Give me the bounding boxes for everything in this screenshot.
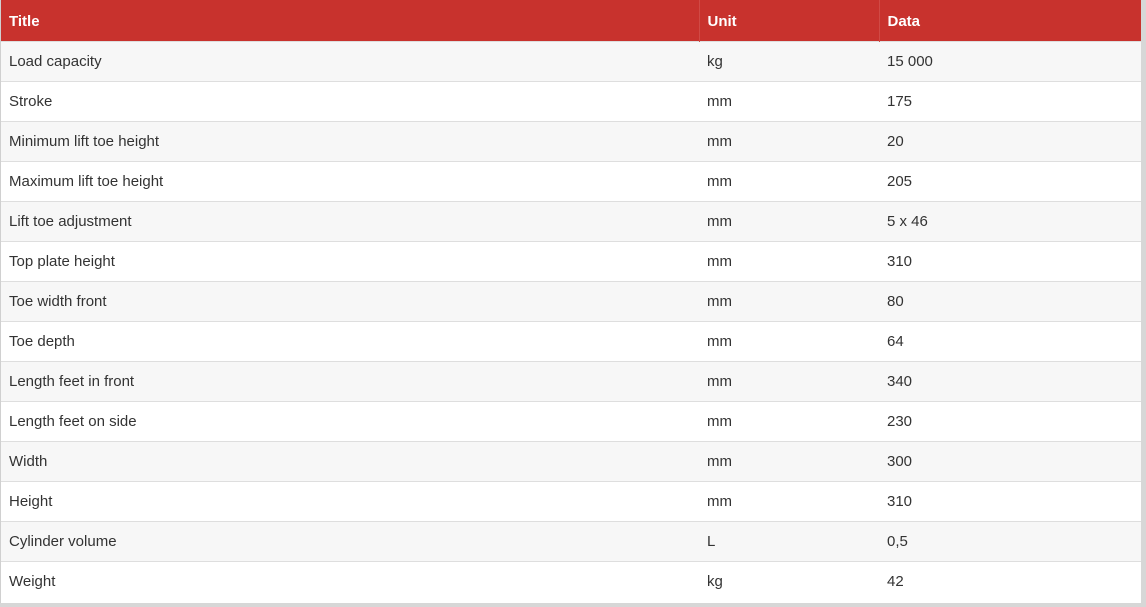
- table-row: Width mm 300: [1, 441, 1141, 482]
- cell-unit: mm: [707, 413, 732, 430]
- cell-data: 230: [887, 413, 913, 430]
- cell-unit: mm: [707, 293, 732, 310]
- cell-unit: mm: [707, 333, 732, 350]
- table-row: Cylinder volume L 0,5: [1, 521, 1141, 562]
- cell-data: 340: [887, 373, 913, 390]
- cell-data: 310: [887, 253, 913, 270]
- cell-title: Maximum lift toe height: [9, 173, 164, 190]
- cell-title: Toe width front: [9, 293, 107, 310]
- cell-title: Length feet in front: [9, 373, 135, 390]
- cell-title: Width: [9, 453, 48, 470]
- table-row: Minimum lift toe height mm 20: [1, 121, 1141, 162]
- cell-data: 5 x 46: [887, 213, 928, 230]
- cell-data: 300: [887, 453, 913, 470]
- table-row: Toe depth mm 64: [1, 321, 1141, 362]
- spec-table-container: Title Unit Data Load capacity kg 15 000 …: [0, 0, 1141, 603]
- cell-unit: mm: [707, 373, 732, 390]
- table-row: Toe width front mm 80: [1, 281, 1141, 322]
- cell-unit: mm: [707, 453, 732, 470]
- table-row: Height mm 310: [1, 481, 1141, 522]
- cell-unit: mm: [707, 173, 732, 190]
- header-unit: Unit: [699, 0, 880, 42]
- cell-unit: kg: [707, 573, 723, 591]
- cell-title: Minimum lift toe height: [9, 133, 160, 150]
- cell-title: Load capacity: [9, 53, 102, 70]
- cell-data: 80: [887, 293, 904, 310]
- table-row: Load capacity kg 15 000: [1, 41, 1141, 82]
- cell-unit: mm: [707, 93, 732, 110]
- table-row: Length feet on side mm 230: [1, 401, 1141, 442]
- table-row: Stroke mm 175: [1, 81, 1141, 122]
- table-row: Length feet in front mm 340: [1, 361, 1141, 402]
- cell-unit: mm: [707, 133, 732, 150]
- cell-title: Length feet on side: [9, 413, 137, 430]
- cell-title: Top plate height: [9, 253, 115, 270]
- specifications-table: Title Unit Data Load capacity kg 15 000 …: [1, 0, 1141, 602]
- cell-title: Height: [9, 493, 53, 510]
- cell-unit: L: [707, 533, 716, 550]
- cell-title: Toe depth: [9, 333, 75, 350]
- cell-data: 175: [887, 93, 913, 110]
- table-row: Maximum lift toe height mm 205: [1, 161, 1141, 202]
- header-title: Title: [1, 0, 700, 42]
- cell-title: Lift toe adjustment: [9, 213, 132, 230]
- header-data: Data: [879, 0, 1141, 42]
- cell-data: 64: [887, 333, 904, 350]
- cell-title: Stroke: [9, 93, 53, 110]
- cell-data: 15 000: [887, 53, 933, 70]
- cell-data: 0,5: [887, 533, 908, 550]
- cell-title: Cylinder volume: [9, 533, 117, 550]
- cell-data: 310: [887, 493, 913, 510]
- table-row: Top plate height mm 310: [1, 241, 1141, 282]
- cell-data: 42: [887, 573, 904, 591]
- cell-unit: mm: [707, 213, 732, 230]
- cell-data: 20: [887, 133, 904, 150]
- table-row: Lift toe adjustment mm 5 x 46: [1, 201, 1141, 242]
- cell-unit: mm: [707, 493, 732, 510]
- table-row: Weight kg 42: [1, 561, 1141, 602]
- cell-data: 205: [887, 173, 913, 190]
- cell-unit: mm: [707, 253, 732, 270]
- cell-title: Weight: [9, 573, 56, 591]
- cell-unit: kg: [707, 53, 723, 70]
- table-header-row: Title Unit Data: [1, 0, 1141, 42]
